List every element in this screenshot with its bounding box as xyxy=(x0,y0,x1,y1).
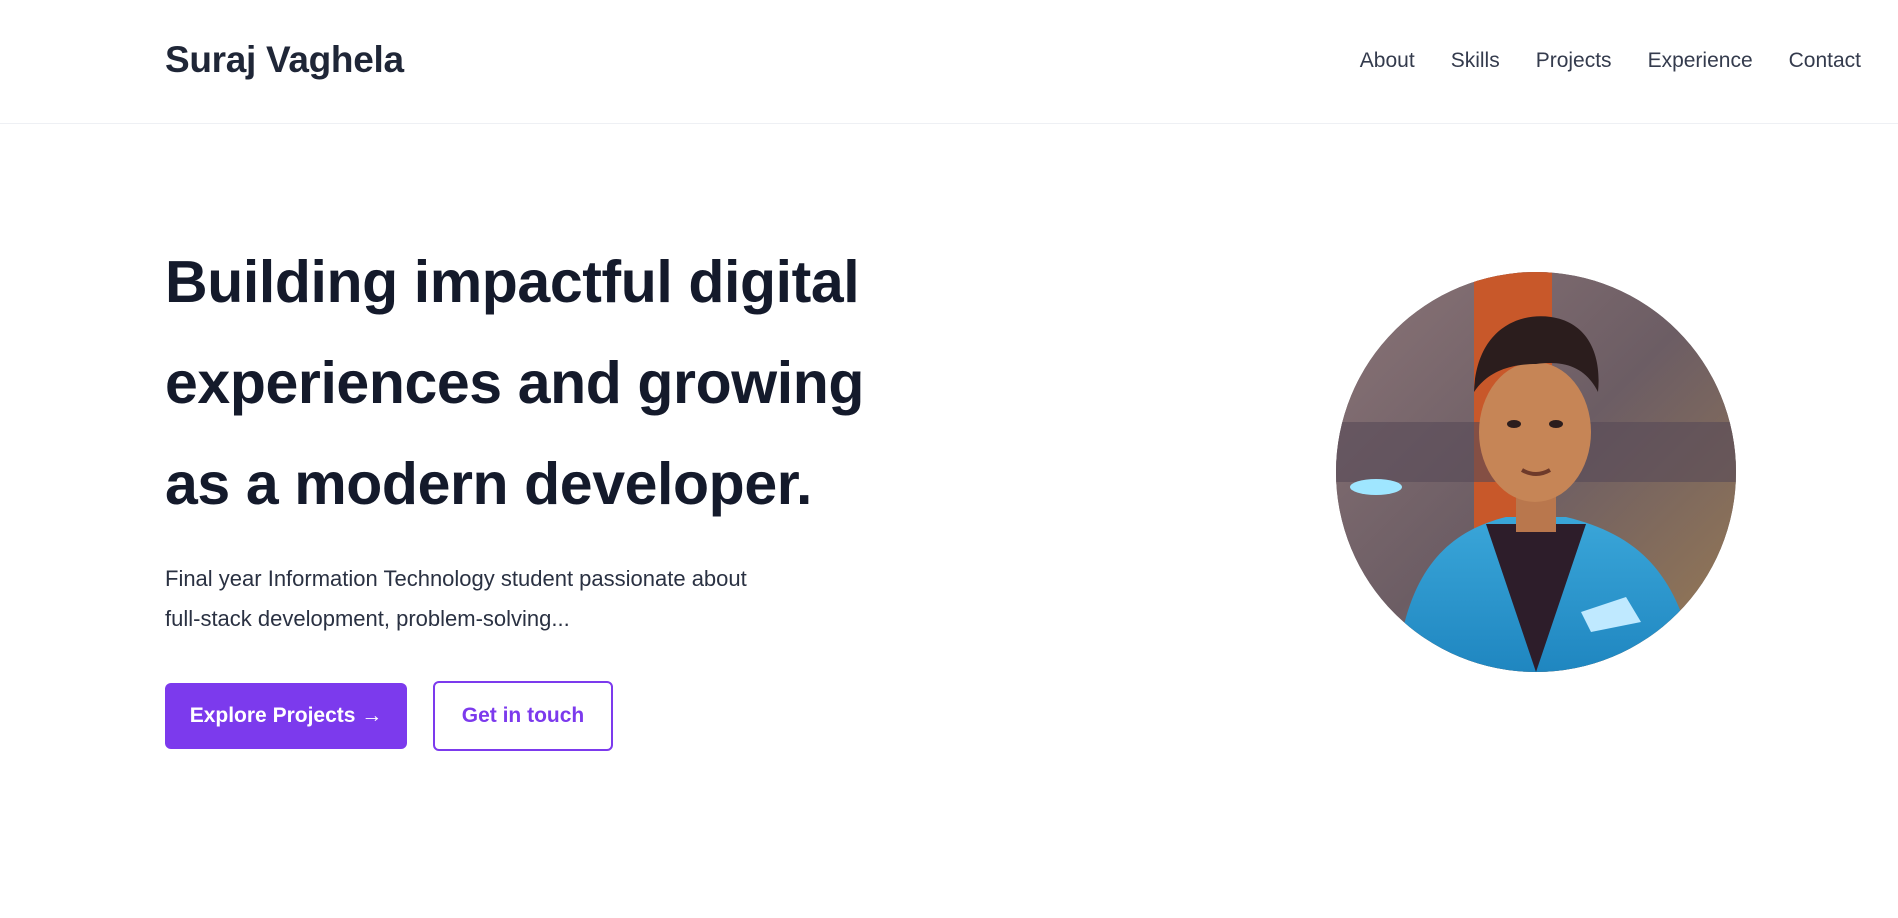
hero-title-line-1: Building impactful digital xyxy=(165,249,860,315)
hero-title-line-2: experiences and growing xyxy=(165,350,865,416)
profile-photo xyxy=(1336,272,1736,672)
site-header: Suraj Vaghela About Skills Projects Expe… xyxy=(0,0,1898,124)
profile-photo-illustration xyxy=(1336,272,1736,672)
hero-description-line-2: full-stack development, problem-solving.… xyxy=(165,606,570,631)
hero-description-line-1: Final year Information Technology studen… xyxy=(165,566,747,591)
site-logo[interactable]: Suraj Vaghela xyxy=(165,38,404,82)
hero-title-line-3: as a modern developer. xyxy=(165,451,813,517)
hero-title: Building impactful digital experiences a… xyxy=(165,232,925,535)
hero-description: Final year Information Technology studen… xyxy=(165,559,825,639)
main-nav: About Skills Projects Experience Contact xyxy=(1360,47,1861,75)
hero-actions: Explore Projects → Get in touch xyxy=(165,681,925,751)
nav-link-experience[interactable]: Experience xyxy=(1648,47,1753,75)
nav-link-projects[interactable]: Projects xyxy=(1536,47,1612,75)
hero-section: Building impactful digital experiences a… xyxy=(165,232,925,751)
nav-link-contact[interactable]: Contact xyxy=(1789,47,1861,75)
nav-link-about[interactable]: About xyxy=(1360,47,1415,75)
explore-projects-button[interactable]: Explore Projects → xyxy=(165,683,407,749)
nav-link-skills[interactable]: Skills xyxy=(1451,47,1500,75)
get-in-touch-button[interactable]: Get in touch xyxy=(433,681,613,751)
